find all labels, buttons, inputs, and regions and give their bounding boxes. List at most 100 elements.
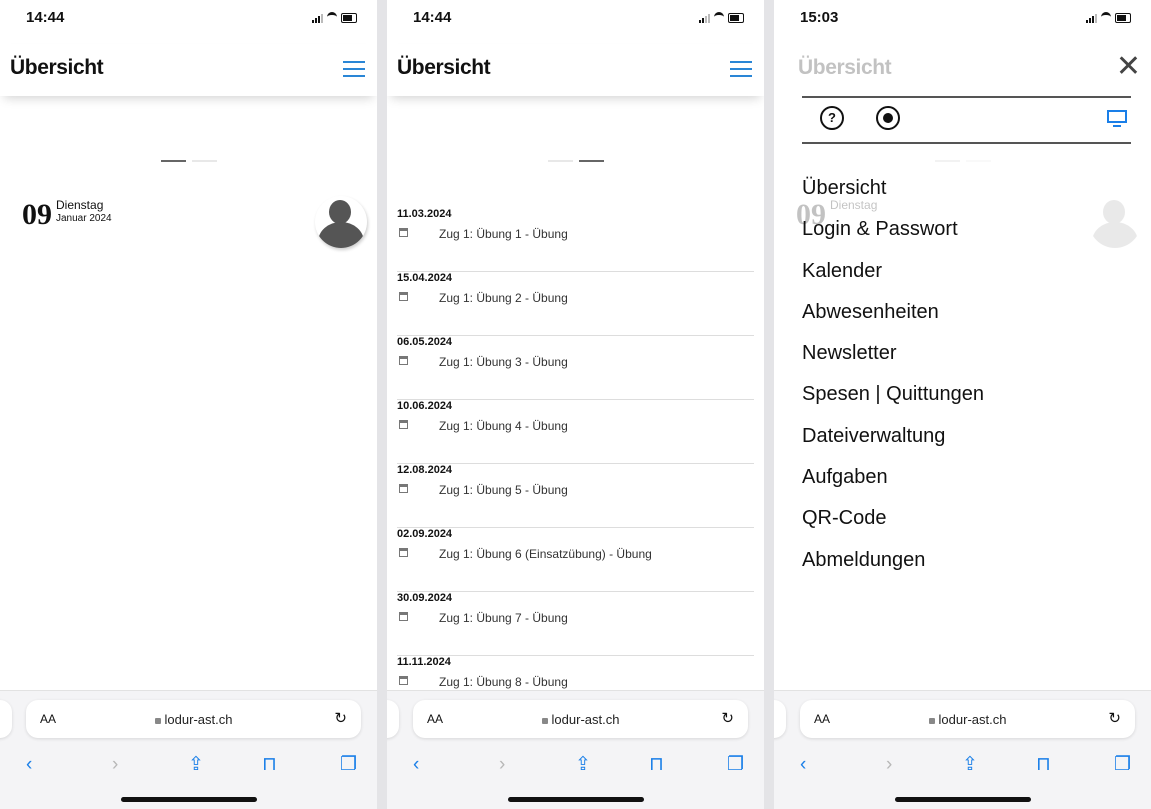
phone-screen-menu: 15:03 Übersicht ✕ 09 Dienstag ? Übersich… xyxy=(774,0,1151,809)
browser-toolbar: AA lodur-ast.ch ↻ ‹ › ⇪ ⊓ ❐ xyxy=(0,690,377,809)
bookmarks-icon[interactable]: ⊓ xyxy=(262,753,277,777)
menu-list: Übersicht Login & Passwort Kalender Abwe… xyxy=(802,168,1131,581)
event-date: 30.09.2024 xyxy=(397,592,453,604)
help-icon[interactable]: ? xyxy=(820,106,844,130)
reload-icon[interactable]: ↻ xyxy=(1108,709,1121,727)
tabs-icon[interactable]: ❐ xyxy=(1114,753,1131,777)
lock-icon xyxy=(541,717,548,724)
page-title: Übersicht xyxy=(397,56,491,79)
previous-tab-peek[interactable] xyxy=(0,700,12,738)
browser-toolbar: AA lodur-ast.ch ↻ ‹ › ⇪ ⊓ ❐ xyxy=(387,690,764,809)
status-icons xyxy=(1086,12,1131,23)
avatar[interactable] xyxy=(315,196,367,248)
record-icon[interactable] xyxy=(876,106,900,130)
close-icon[interactable]: ✕ xyxy=(1116,52,1141,82)
event-item[interactable]: 06.05.2024 Zug 1: Übung 3 - Übung xyxy=(397,336,754,400)
menu-item-login-passwort[interactable]: Login & Passwort xyxy=(802,209,1131,250)
url-text: lodur-ast.ch xyxy=(938,712,1007,727)
reload-icon[interactable]: ↻ xyxy=(721,709,734,727)
weekday-label: Dienstag xyxy=(56,198,104,212)
menu-item-kalender[interactable]: Kalender xyxy=(802,251,1131,292)
forward-icon[interactable]: › xyxy=(886,753,892,777)
desktop-icon[interactable] xyxy=(1107,110,1127,127)
previous-tab-peek[interactable] xyxy=(387,700,399,738)
carousel-dot-1[interactable] xyxy=(160,160,186,162)
calendar-icon xyxy=(399,612,408,621)
back-icon[interactable]: ‹ xyxy=(800,753,806,777)
browser-toolbar: AA lodur-ast.ch ↻ ‹ › ⇪ ⊓ ❐ xyxy=(774,690,1151,809)
address-bar[interactable]: AA lodur-ast.ch ↻ xyxy=(413,700,748,738)
menu-item-abwesenheiten[interactable]: Abwesenheiten xyxy=(802,292,1131,333)
event-title: Zug 1: Übung 1 - Übung xyxy=(439,227,568,241)
tabs-icon[interactable]: ❐ xyxy=(340,753,357,777)
calendar-icon xyxy=(399,292,408,301)
status-bar: 15:03 xyxy=(774,0,1151,34)
event-item[interactable]: 10.06.2024 Zug 1: Übung 4 - Übung xyxy=(397,400,754,464)
address-bar[interactable]: AA lodur-ast.ch ↻ xyxy=(26,700,361,738)
back-icon[interactable]: ‹ xyxy=(26,753,32,777)
page-title: Übersicht xyxy=(10,56,104,79)
carousel-dot-2[interactable] xyxy=(578,160,604,162)
status-time: 15:03 xyxy=(800,9,839,26)
wifi-icon xyxy=(714,12,724,23)
menu-item-dateiverwaltung[interactable]: Dateiverwaltung xyxy=(802,416,1131,457)
home-indicator xyxy=(507,797,644,802)
app-header: Übersicht xyxy=(0,44,377,96)
previous-tab-peek[interactable] xyxy=(774,700,786,738)
lock-icon xyxy=(928,717,935,724)
calendar-icon xyxy=(399,676,408,685)
menu-item-spesen-quittungen[interactable]: Spesen | Quittungen xyxy=(802,374,1131,415)
forward-icon[interactable]: › xyxy=(112,753,118,777)
event-list: 11.03.2024 Zug 1: Übung 1 - Übung 15.04.2… xyxy=(397,208,754,720)
signal-icon xyxy=(699,13,710,23)
menu-item-qr-code[interactable]: QR-Code xyxy=(802,498,1131,539)
hamburger-menu-icon[interactable] xyxy=(343,61,365,77)
carousel-dot-1[interactable] xyxy=(547,160,573,162)
tabs-icon[interactable]: ❐ xyxy=(727,753,744,777)
reload-icon[interactable]: ↻ xyxy=(334,709,347,727)
carousel-indicator xyxy=(387,160,764,162)
carousel-dot-2[interactable] xyxy=(191,160,217,162)
event-item[interactable]: 12.08.2024 Zug 1: Übung 5 - Übung xyxy=(397,464,754,528)
app-header: Übersicht xyxy=(774,44,1151,96)
menu-item-aufgaben[interactable]: Aufgaben xyxy=(802,457,1131,498)
hamburger-menu-icon[interactable] xyxy=(730,61,752,77)
event-title: Zug 1: Übung 4 - Übung xyxy=(439,419,568,433)
phone-screen-events: 14:44 Übersicht 11.03.2024 Zug 1: Übung 1… xyxy=(387,0,764,809)
event-item[interactable]: 30.09.2024 Zug 1: Übung 7 - Übung xyxy=(397,592,754,656)
bookmarks-icon[interactable]: ⊓ xyxy=(1036,753,1051,777)
event-item[interactable]: 11.03.2024 Zug 1: Übung 1 - Übung xyxy=(397,208,754,272)
wifi-icon xyxy=(327,12,337,23)
menu-item-uebersicht[interactable]: Übersicht xyxy=(802,168,1131,209)
status-icons xyxy=(699,12,744,23)
event-title: Zug 1: Übung 5 - Übung xyxy=(439,483,568,497)
event-date: 10.06.2024 xyxy=(397,400,453,412)
browser-nav: ‹ › ⇪ ⊓ ❐ xyxy=(774,753,1151,777)
bookmarks-icon[interactable]: ⊓ xyxy=(649,753,664,777)
date-widget: 09 Dienstag Januar 2024 xyxy=(22,198,112,232)
menu-item-abmeldungen[interactable]: Abmeldungen xyxy=(802,540,1131,581)
status-bar: 14:44 xyxy=(387,0,764,34)
event-item[interactable]: 15.04.2024 Zug 1: Übung 2 - Übung xyxy=(397,272,754,336)
share-icon[interactable]: ⇪ xyxy=(962,753,978,777)
back-icon[interactable]: ‹ xyxy=(413,753,419,777)
calendar-icon xyxy=(399,484,408,493)
month-label: Januar 2024 xyxy=(56,213,112,224)
navigation-menu: ? Übersicht Login & Passwort Kalender Ab… xyxy=(802,96,1131,581)
menu-item-newsletter[interactable]: Newsletter xyxy=(802,333,1131,374)
share-icon[interactable]: ⇪ xyxy=(188,753,204,777)
status-bar: 14:44 xyxy=(0,0,377,34)
status-time: 14:44 xyxy=(413,9,452,26)
event-item[interactable]: 02.09.2024 Zug 1: Übung 6 (Einsatzübung) … xyxy=(397,528,754,592)
event-title: Zug 1: Übung 8 - Übung xyxy=(439,675,568,689)
calendar-icon xyxy=(399,228,408,237)
address-bar[interactable]: AA lodur-ast.ch ↻ xyxy=(800,700,1135,738)
url-text: lodur-ast.ch xyxy=(551,712,620,727)
url-text: lodur-ast.ch xyxy=(164,712,233,727)
share-icon[interactable]: ⇪ xyxy=(575,753,591,777)
event-date: 11.11.2024 xyxy=(397,656,451,668)
battery-icon xyxy=(1115,12,1131,23)
forward-icon[interactable]: › xyxy=(499,753,505,777)
event-title: Zug 1: Übung 3 - Übung xyxy=(439,355,568,369)
event-title: Zug 1: Übung 7 - Übung xyxy=(439,611,568,625)
